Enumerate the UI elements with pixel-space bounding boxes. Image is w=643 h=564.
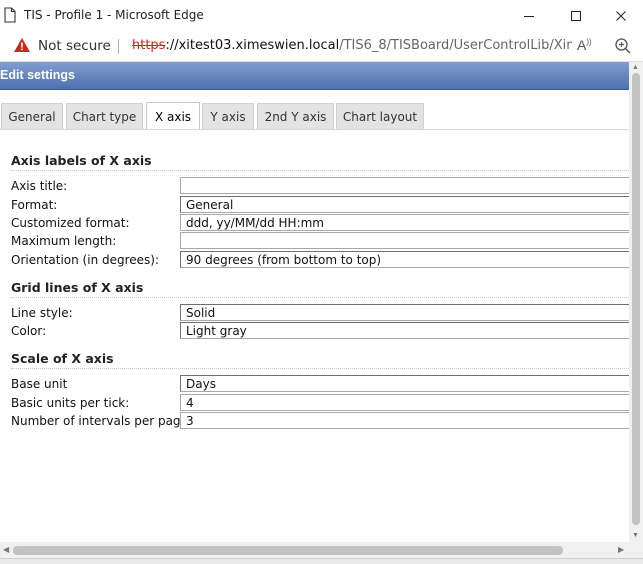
scroll-left-arrow-icon[interactable]: ◀ xyxy=(3,545,9,554)
page-content: Edit settings General Chart type X axis … xyxy=(0,62,629,542)
intervals-per-page-input[interactable]: 3 xyxy=(180,412,629,429)
dialog-header: Edit settings xyxy=(0,62,629,90)
axis-title-label: Axis title: xyxy=(11,179,68,193)
tab-label: Chart type xyxy=(72,109,137,124)
close-icon xyxy=(616,10,626,21)
section-divider xyxy=(11,170,629,171)
tab-label: Chart layout xyxy=(342,109,418,124)
section-divider xyxy=(11,297,629,298)
line-style-select[interactable]: Solid xyxy=(180,304,629,321)
format-label: Format: xyxy=(11,198,58,212)
url-field[interactable]: https://xitest03.ximeswien.local/TIS6_8/… xyxy=(132,38,572,53)
maximize-button[interactable] xyxy=(553,0,599,31)
horizontal-scrollbar[interactable]: ◀ ▶ xyxy=(0,542,629,558)
section-divider xyxy=(11,368,629,369)
tab-2nd-y-axis[interactable]: 2nd Y axis xyxy=(257,103,334,129)
zoom-in-icon[interactable] xyxy=(614,37,632,55)
scroll-down-arrow-icon[interactable]: ▼ xyxy=(632,532,639,539)
tab-general[interactable]: General xyxy=(1,103,63,129)
orientation-label: Orientation (in degrees): xyxy=(11,253,160,267)
base-unit-select[interactable]: Days xyxy=(180,375,629,392)
base-unit-label: Base unit xyxy=(11,377,68,391)
window-title-bar: TIS - Profile 1 - Microsoft Edge xyxy=(0,0,643,31)
tab-strip: General Chart type X axis Y axis 2nd Y a… xyxy=(0,91,629,130)
section-title-grid-lines: Grid lines of X axis xyxy=(11,280,144,295)
horizontal-scroll-thumb[interactable] xyxy=(13,546,563,555)
format-select[interactable]: General xyxy=(180,196,629,213)
tab-label: 2nd Y axis xyxy=(264,109,327,124)
scroll-up-arrow-icon[interactable]: ▲ xyxy=(632,64,639,71)
document-icon xyxy=(4,7,16,23)
address-bar[interactable]: Not secure https://xitest03.ximeswien.lo… xyxy=(0,31,643,62)
scroll-right-arrow-icon[interactable]: ▶ xyxy=(618,545,624,554)
x-axis-settings-panel: Axis labels of X axis Axis title: Format… xyxy=(0,129,629,542)
orientation-select[interactable]: 90 degrees (from bottom to top) xyxy=(180,251,629,268)
units-per-tick-label: Basic units per tick: xyxy=(11,396,130,410)
close-button[interactable] xyxy=(598,0,643,31)
tab-chart-type[interactable]: Chart type xyxy=(66,103,143,129)
minimize-icon xyxy=(524,15,534,17)
minimize-button[interactable] xyxy=(506,0,552,31)
url-host: ://xitest03.ximeswien.local xyxy=(165,38,340,53)
grid-color-select[interactable]: Light gray xyxy=(180,322,629,339)
tab-x-axis[interactable]: X axis xyxy=(146,102,200,130)
read-aloud-icon[interactable]: A)) xyxy=(577,37,592,53)
intervals-per-page-label: Number of intervals per page: xyxy=(11,414,192,428)
scrollbar-corner xyxy=(629,542,643,558)
url-scheme: https xyxy=(132,38,166,53)
security-status-label[interactable]: Not secure xyxy=(38,38,111,54)
tab-y-axis[interactable]: Y axis xyxy=(202,103,254,129)
customized-format-label: Customized format: xyxy=(11,216,130,230)
window-bottom-edge xyxy=(0,558,643,564)
axis-title-input[interactable] xyxy=(180,177,629,194)
tab-label: Y axis xyxy=(210,109,246,124)
maximum-length-label: Maximum length: xyxy=(11,234,117,248)
url-path: /TIS6_8/TISBoard/UserControlLib/Xim... xyxy=(339,38,572,53)
address-separator xyxy=(118,39,119,54)
tab-label: General xyxy=(8,109,56,124)
grid-color-label: Color: xyxy=(11,324,47,338)
warning-icon[interactable] xyxy=(13,37,31,53)
vertical-scrollbar[interactable]: ▲ ▼ xyxy=(629,62,643,542)
window-title: TIS - Profile 1 - Microsoft Edge xyxy=(24,8,204,22)
vertical-scroll-thumb[interactable] xyxy=(632,73,640,525)
units-per-tick-input[interactable]: 4 xyxy=(180,394,629,411)
tab-label: X axis xyxy=(154,109,192,124)
line-style-label: Line style: xyxy=(11,306,73,320)
tab-chart-layout[interactable]: Chart layout xyxy=(336,103,424,129)
section-title-axis-labels: Axis labels of X axis xyxy=(11,153,152,168)
maximum-length-input[interactable] xyxy=(180,232,629,249)
customized-format-input[interactable]: ddd, yy/MM/dd HH:mm xyxy=(180,214,629,231)
dialog-title: Edit settings xyxy=(0,68,76,82)
section-title-scale: Scale of X axis xyxy=(11,351,114,366)
maximize-icon xyxy=(571,10,581,21)
